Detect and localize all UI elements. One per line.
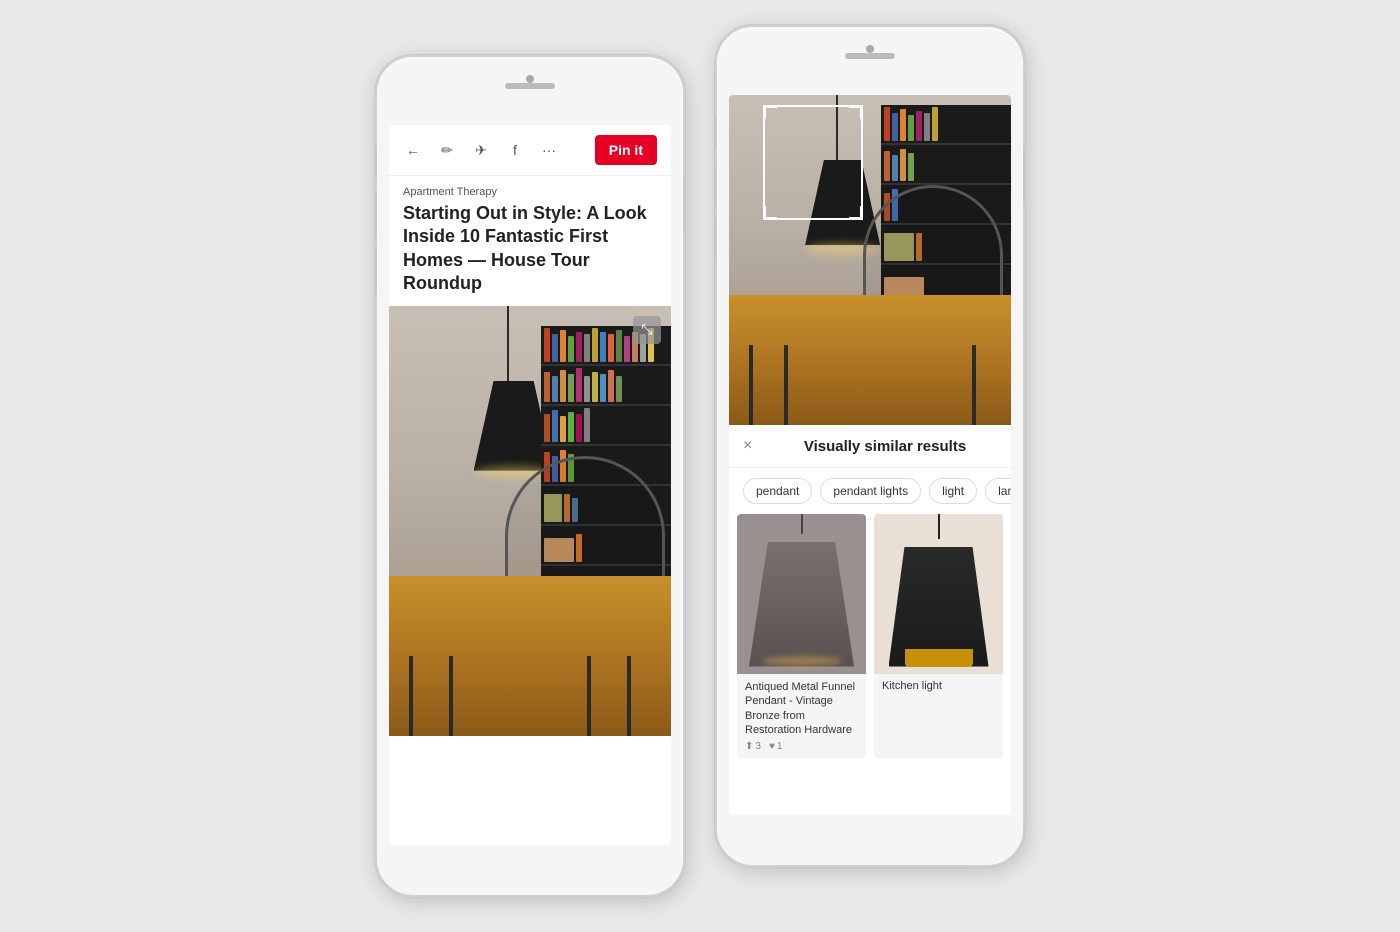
pin-it-button[interactable]: Pin it (595, 135, 657, 165)
saves-count: ⬆ 3 (745, 741, 761, 752)
likes-count: ♥ 1 (769, 741, 783, 752)
close-button[interactable]: × (743, 437, 763, 455)
result-image-1 (737, 514, 866, 674)
vs-room-scene (729, 95, 1011, 425)
table-leg (449, 656, 453, 736)
selection-corner-tl (763, 105, 777, 119)
result-card-1[interactable]: Antiqued Metal Funnel Pendant - Vintage … (737, 514, 866, 758)
phone-volume-down-button-2 (714, 217, 717, 262)
phone-speaker-2 (845, 53, 895, 59)
phone-power-button-2 (1023, 147, 1026, 202)
dining-table-1 (389, 576, 671, 736)
table-leg (627, 656, 631, 736)
pin-source: Apartment Therapy (389, 176, 671, 202)
shelf-row (881, 105, 1011, 145)
back-icon[interactable]: ← (403, 140, 423, 160)
lamp-wire-1 (507, 306, 509, 386)
room-scene-1 (389, 306, 671, 736)
facebook-icon[interactable]: f (505, 140, 525, 160)
phone-mute-button-1 (374, 147, 377, 177)
result-title-1: Antiqued Metal Funnel Pendant - Vintage … (745, 680, 858, 737)
phones-container: ← ✏ ✈ f ··· Pin it Apartment Therapy Sta… (375, 55, 1025, 897)
tag-light[interactable]: light (929, 478, 977, 504)
selection-corner-br (849, 206, 863, 220)
shelf-row (541, 406, 671, 446)
phone-mute-button-2 (714, 117, 717, 147)
shelf-row (541, 366, 671, 406)
phone-volume-down-button-1 (374, 247, 377, 292)
pin-image-room: ⤡ (389, 306, 671, 736)
result-image-2 (874, 514, 1003, 674)
result-info-1: Antiqued Metal Funnel Pendant - Vintage … (737, 674, 866, 758)
phone-speaker-1 (505, 83, 555, 89)
save-icon: ⬆ (745, 741, 753, 752)
table-leg (409, 656, 413, 736)
result-title-2: Kitchen light (874, 674, 1003, 698)
similar-results-bar: × Visually similar results (729, 425, 1011, 468)
visual-search-image (729, 95, 1011, 425)
vs-table-leg (784, 345, 788, 425)
selection-corner-bl (763, 206, 777, 220)
saves-value: 3 (755, 741, 761, 752)
results-grid: Antiqued Metal Funnel Pendant - Vintage … (729, 514, 1011, 758)
result-card-2[interactable]: Kitchen light (874, 514, 1003, 758)
table-leg (587, 656, 591, 736)
share-icon[interactable]: ✈ (471, 140, 491, 160)
vs-table-leg (972, 345, 976, 425)
phone-power-button-1 (683, 177, 686, 232)
heart-icon: ♥ (769, 741, 775, 752)
pin-title: Starting Out in Style: A Look Inside 10 … (389, 202, 671, 306)
shelf-row (881, 145, 1011, 185)
phone-2: × Visually similar results pendant penda… (715, 25, 1025, 867)
phone-1: ← ✏ ✈ f ··· Pin it Apartment Therapy Sta… (375, 55, 685, 897)
pin-toolbar: ← ✏ ✈ f ··· Pin it (389, 125, 671, 176)
expand-icon[interactable]: ⤡ (633, 316, 661, 344)
phone-volume-up-button-1 (374, 192, 377, 237)
tag-pendant-lights[interactable]: pendant lights (820, 478, 921, 504)
tags-row: pendant pendant lights light lamp pendan… (729, 468, 1011, 514)
selection-corner-tr (849, 105, 863, 119)
likes-value: 1 (777, 741, 783, 752)
vs-table-leg (749, 345, 753, 425)
similar-results-title: Visually similar results (773, 438, 997, 455)
visual-search-selection-box[interactable] (763, 105, 863, 220)
phone-2-screen: × Visually similar results pendant penda… (729, 95, 1011, 815)
tag-lamp[interactable]: lamp (985, 478, 1011, 504)
phone-volume-up-button-2 (714, 162, 717, 207)
toolbar-icons: ← ✏ ✈ f ··· (403, 140, 595, 160)
more-icon[interactable]: ··· (539, 140, 559, 160)
vs-dining-table (729, 295, 1011, 425)
result-meta-1: ⬆ 3 ♥ 1 (745, 741, 858, 752)
edit-icon[interactable]: ✏ (437, 140, 457, 160)
phone-1-screen: ← ✏ ✈ f ··· Pin it Apartment Therapy Sta… (389, 125, 671, 845)
pin-image-container: ⤡ (389, 306, 671, 736)
tag-pendant[interactable]: pendant (743, 478, 812, 504)
